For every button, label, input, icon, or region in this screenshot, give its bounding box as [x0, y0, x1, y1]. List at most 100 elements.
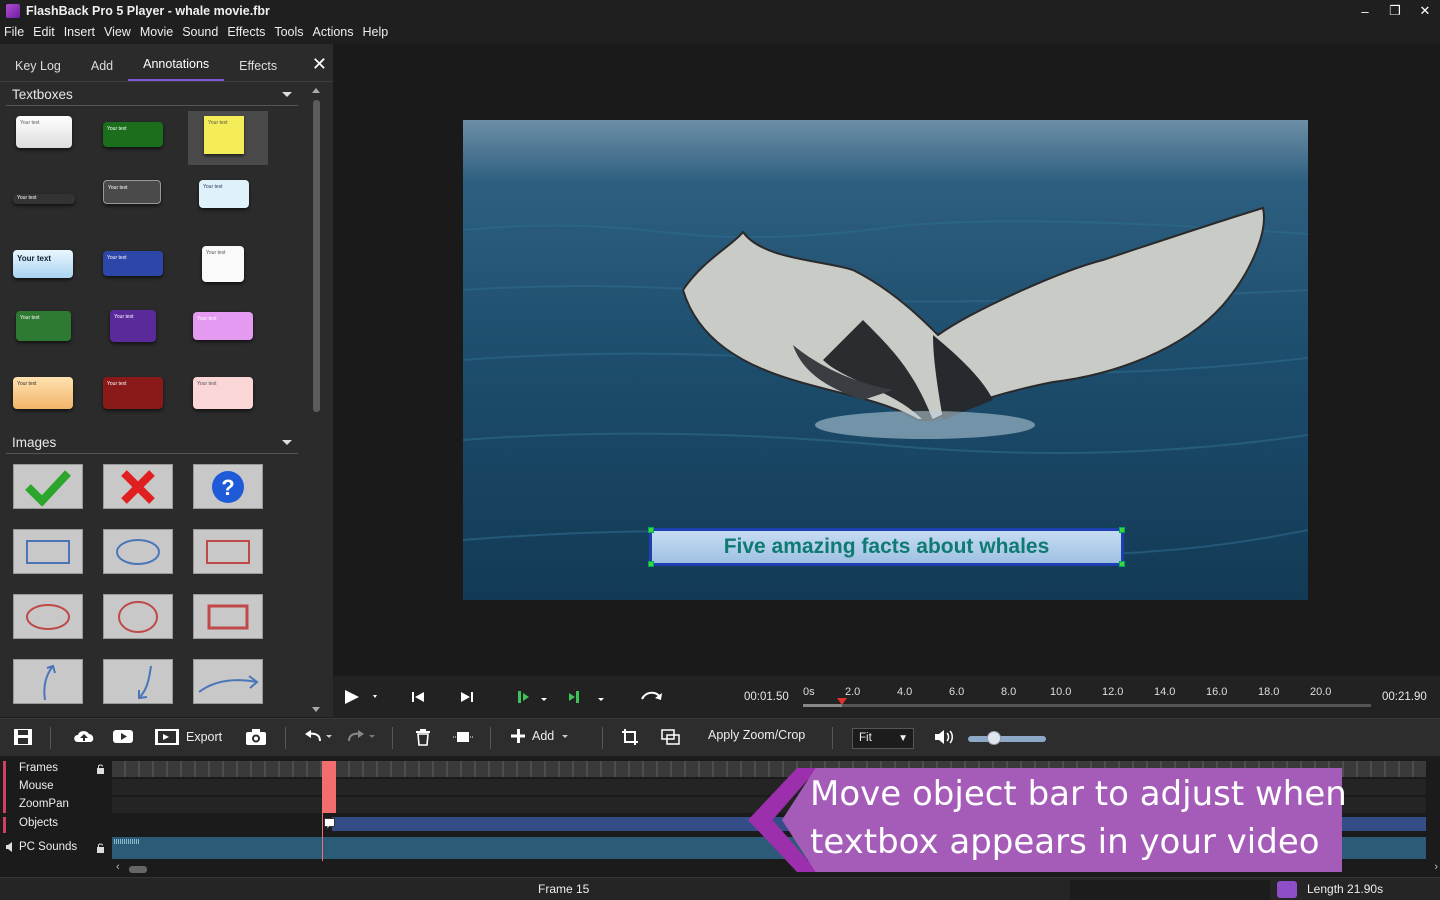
mute-button[interactable]	[933, 728, 955, 746]
red-square-image[interactable]	[193, 594, 263, 639]
textbox-style-2[interactable]: Your text	[103, 122, 163, 147]
scroll-right-icon[interactable]: ›	[1434, 861, 1438, 873]
volume-slider-handle[interactable]	[986, 731, 1001, 745]
share-icon[interactable]	[1277, 881, 1297, 898]
textbox-style-5[interactable]: Your text	[103, 180, 161, 204]
menu-movie[interactable]: Movie	[140, 25, 173, 39]
tab-effects[interactable]: Effects	[224, 45, 292, 81]
textbox-style-3[interactable]: Your text	[204, 116, 244, 154]
youtube-button[interactable]	[112, 728, 134, 744]
resize-handle[interactable]	[1119, 561, 1125, 567]
title-bar: FlashBack Pro 5 Player - whale movie.fbr…	[0, 0, 1440, 22]
textbox-style-11[interactable]: Your text	[110, 310, 156, 342]
time-ruler[interactable]: 0s 2.0 4.0 6.0 8.0 10.0 12.0 14.0 16.0 1…	[803, 686, 1371, 708]
volume-slider[interactable]	[968, 736, 1046, 742]
resize-handle[interactable]	[1119, 527, 1125, 533]
red-rectangle-image[interactable]	[193, 529, 263, 574]
textbox-style-14[interactable]: Your text	[103, 377, 163, 409]
question-image[interactable]: ?	[193, 464, 263, 509]
tab-add[interactable]: Add	[76, 45, 128, 81]
mark-start-button[interactable]	[517, 689, 551, 705]
status-bar: Frame 15 Length 21.90s	[0, 877, 1440, 900]
menu-tools[interactable]: Tools	[274, 25, 303, 39]
delete-button[interactable]	[414, 728, 432, 746]
textbox-style-15[interactable]: Your text	[193, 377, 253, 409]
undo-button[interactable]	[304, 728, 334, 744]
red-circle-image[interactable]	[103, 594, 173, 639]
close-panel-icon[interactable]: ✕	[312, 54, 327, 75]
crop-button[interactable]	[621, 728, 639, 746]
textboxes-section-header[interactable]: Textboxes	[6, 84, 298, 106]
panel-scrollbar[interactable]	[310, 84, 323, 716]
mark-in-icon	[518, 691, 547, 703]
images-section-header[interactable]: Images	[6, 432, 298, 454]
track-objects[interactable]: Objects	[19, 817, 58, 829]
arrow-up-image[interactable]	[13, 659, 83, 704]
textbox-annotation[interactable]: Five amazing facts about whales	[648, 527, 1125, 567]
tab-annotations[interactable]: Annotations	[128, 45, 225, 81]
track-frames[interactable]: Frames	[19, 762, 58, 774]
lock-icon[interactable]	[96, 843, 105, 853]
apply-zoom-crop-button[interactable]: Apply Zoom/Crop	[708, 728, 805, 742]
close-button[interactable]: ✕	[1410, 0, 1440, 22]
textbox-style-8[interactable]: Your text	[103, 251, 163, 276]
menu-help[interactable]: Help	[363, 25, 389, 39]
textbox-style-9[interactable]: Your text	[202, 246, 244, 282]
scroll-thumb[interactable]	[129, 866, 147, 873]
tab-key-log[interactable]: Key Log	[0, 45, 76, 81]
textbox-style-7[interactable]: Your text	[13, 250, 73, 278]
mark-end-button[interactable]	[567, 689, 609, 705]
minimize-button[interactable]: –	[1350, 0, 1380, 22]
cross-image[interactable]	[103, 464, 173, 509]
scroll-thumb[interactable]	[313, 100, 320, 412]
menu-sound[interactable]: Sound	[182, 25, 218, 39]
speaker-icon[interactable]	[5, 842, 14, 852]
scroll-up-icon[interactable]	[312, 88, 320, 93]
scroll-down-icon[interactable]	[312, 707, 320, 712]
zoom-pan-button[interactable]	[661, 728, 681, 746]
track-mouse[interactable]: Mouse	[19, 780, 54, 792]
red-ellipse-image[interactable]	[13, 594, 83, 639]
menu-effects[interactable]: Effects	[227, 25, 265, 39]
separator	[392, 727, 393, 749]
split-button[interactable]	[451, 728, 477, 746]
textbox-style-12[interactable]: Your text	[193, 312, 253, 340]
scroll-left-icon[interactable]: ‹	[116, 861, 120, 873]
textbox-style-4[interactable]: Your text	[13, 194, 75, 204]
play-button[interactable]	[343, 689, 377, 705]
textbox-style-1[interactable]: Your text	[16, 116, 72, 148]
save-button[interactable]	[13, 728, 33, 746]
checkmark-image[interactable]	[13, 464, 83, 509]
arrow-down-image[interactable]	[103, 659, 173, 704]
resize-handle[interactable]	[648, 561, 654, 567]
restore-button[interactable]: ❐	[1380, 0, 1410, 22]
next-button[interactable]	[460, 690, 474, 704]
menu-view[interactable]: View	[104, 25, 131, 39]
add-button[interactable]: Add	[510, 728, 570, 744]
textbox-style-10[interactable]: Your text	[16, 311, 71, 341]
arrow-right-image[interactable]	[193, 659, 263, 704]
separator	[50, 727, 51, 749]
menu-file[interactable]: File	[4, 25, 24, 39]
track-zoompan[interactable]: ZoomPan	[19, 798, 69, 810]
snapshot-button[interactable]	[245, 728, 267, 746]
textbox-style-6[interactable]: Your text	[199, 180, 249, 208]
timeline-cursor-line	[322, 761, 323, 861]
menu-insert[interactable]: Insert	[64, 25, 95, 39]
menu-actions[interactable]: Actions	[313, 25, 354, 39]
track-pc-sounds[interactable]: PC Sounds	[19, 841, 77, 853]
previous-button[interactable]	[411, 690, 425, 704]
menu-edit[interactable]: Edit	[33, 25, 55, 39]
split-clip-icon	[453, 732, 474, 742]
upload-button[interactable]	[73, 728, 95, 744]
blue-rectangle-image[interactable]	[13, 529, 83, 574]
zoom-fit-select[interactable]: Fit ▼	[852, 728, 914, 749]
lock-icon[interactable]	[96, 764, 105, 774]
textbox-style-13[interactable]: Your text	[13, 377, 73, 409]
export-button[interactable]: Export	[154, 728, 222, 746]
playhead-marker[interactable]	[836, 698, 847, 705]
redo-button[interactable]	[347, 728, 377, 744]
blue-ellipse-image[interactable]	[103, 529, 173, 574]
loop-button[interactable]	[640, 689, 664, 705]
resize-handle[interactable]	[648, 527, 654, 533]
